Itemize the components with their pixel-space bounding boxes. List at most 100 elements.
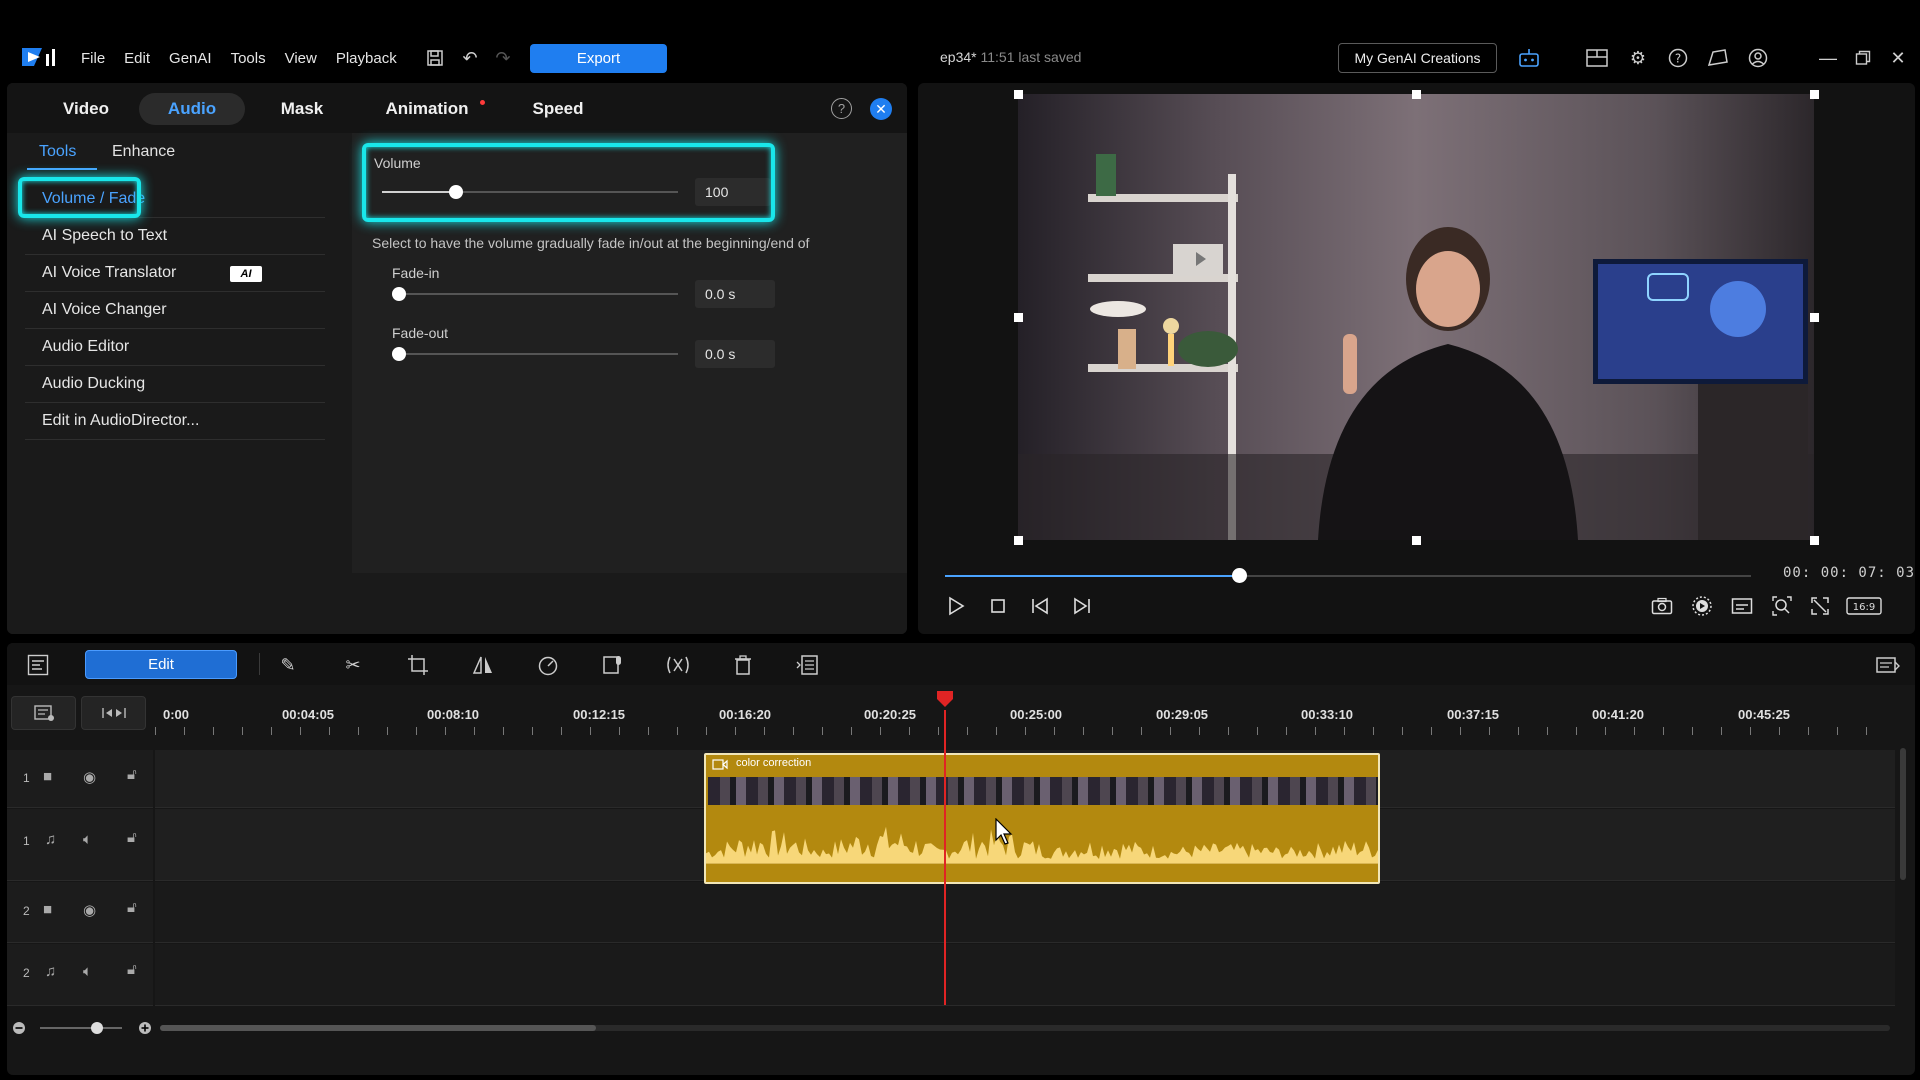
fade-in-slider-track[interactable] [398, 293, 678, 295]
edit-button[interactable]: Edit [85, 650, 237, 679]
eye-icon[interactable]: ◉ [83, 901, 96, 919]
resize-handle-l[interactable] [1014, 313, 1023, 322]
menu-playback[interactable]: Playback [336, 50, 397, 67]
trash-icon[interactable] [730, 652, 756, 678]
flip-icon[interactable] [470, 652, 496, 678]
fade-in-value-field[interactable]: 0.0 s [695, 280, 775, 308]
speed-icon[interactable] [535, 652, 561, 678]
undo-icon[interactable]: ↶ [458, 46, 482, 70]
restore-icon[interactable] [1851, 46, 1875, 70]
tab-speed[interactable]: Speed [503, 93, 613, 125]
gear-icon[interactable]: ⚙ [1626, 46, 1650, 70]
track-manager-button[interactable] [11, 696, 76, 730]
settings-footer [352, 573, 907, 634]
resize-handle-br[interactable] [1810, 536, 1819, 545]
subtitle-icon[interactable] [1730, 594, 1754, 618]
tool-edit-in-audiodirector[interactable]: Edit in AudioDirector... [25, 403, 325, 440]
resize-handle-tr[interactable] [1810, 90, 1819, 99]
subtab-enhance[interactable]: Enhance [112, 143, 175, 161]
resize-handle-tl[interactable] [1014, 90, 1023, 99]
audio-track-2[interactable] [155, 944, 1895, 1006]
feedback-icon[interactable] [1706, 46, 1730, 70]
menu-tools[interactable]: Tools [231, 50, 266, 67]
account-icon[interactable] [1746, 46, 1770, 70]
tool-ai-voice-changer[interactable]: AI Voice Changer [25, 292, 325, 329]
track-header-audio-1: 1 ♫ 🔈︎ 🔓︎ [7, 809, 153, 881]
help-circle-icon[interactable]: ? [1666, 46, 1690, 70]
timeline-ruler[interactable]: 0:00 00:04:05 00:08:10 00:12:15 00:16:20… [155, 693, 1895, 735]
window-close-icon[interactable]: ✕ [1886, 46, 1910, 70]
fullscreen-icon[interactable] [1808, 594, 1832, 618]
volume-fade-highlight [18, 177, 141, 218]
menu-genai[interactable]: GenAI [169, 50, 212, 67]
video-camera-icon: ■ [43, 768, 53, 785]
play-icon[interactable] [944, 594, 968, 618]
subtab-tools[interactable]: Tools [39, 143, 76, 161]
timeline-settings-icon[interactable] [1875, 652, 1901, 678]
timeline-view-icon[interactable] [25, 652, 51, 678]
fade-out-slider-knob[interactable] [392, 347, 406, 361]
lock-icon[interactable]: 🔓︎ [127, 899, 137, 916]
tab-video[interactable]: Video [33, 93, 139, 125]
lock-icon[interactable]: 🔓︎ [127, 766, 137, 783]
track-header-video-1: 1 ■ ◉ 🔓︎ [7, 750, 153, 808]
voiceover-icon[interactable] [600, 652, 626, 678]
aspect-ratio-icon[interactable]: 16:9 [1845, 594, 1883, 618]
preview-quality-icon[interactable] [1690, 594, 1714, 618]
timeline-clip[interactable]: color correction [704, 753, 1380, 884]
preview-scrubber-fill [945, 575, 1239, 577]
lock-icon[interactable]: 🔓︎ [127, 829, 137, 846]
my-genai-creations-button[interactable]: My GenAI Creations [1338, 43, 1497, 73]
keyframe-icon[interactable] [665, 652, 691, 678]
fit-timeline-button[interactable] [81, 696, 146, 730]
preview-scrubber-knob[interactable] [1232, 568, 1247, 583]
menu-file[interactable]: File [81, 50, 105, 67]
snapshot-icon[interactable] [1650, 594, 1674, 618]
panel-help-icon[interactable]: ? [831, 98, 852, 119]
fade-out-slider-track[interactable] [398, 353, 678, 355]
speaker-icon[interactable]: 🔈︎ [83, 831, 92, 848]
timeline-vertical-scrollbar[interactable] [1900, 748, 1906, 880]
tab-audio[interactable]: Audio [139, 93, 245, 125]
tool-ai-speech-to-text[interactable]: AI Speech to Text [25, 218, 325, 255]
tool-label: Audio Ducking [42, 375, 146, 392]
crop-icon[interactable] [405, 652, 431, 678]
tab-mask[interactable]: Mask [249, 93, 355, 125]
next-frame-icon[interactable] [1070, 594, 1094, 618]
scissors-icon[interactable]: ✂ [340, 652, 366, 678]
resize-handle-t[interactable] [1412, 90, 1421, 99]
tool-audio-editor[interactable]: Audio Editor [25, 329, 325, 366]
video-preview[interactable] [1018, 94, 1814, 540]
menu-view[interactable]: View [285, 50, 317, 67]
fade-in-slider-knob[interactable] [392, 287, 406, 301]
previous-frame-icon[interactable] [1028, 594, 1052, 618]
minimize-icon[interactable]: — [1816, 46, 1840, 70]
eye-icon[interactable]: ◉ [83, 768, 96, 786]
save-icon[interactable] [423, 46, 447, 70]
ai-badge: AI [230, 266, 262, 282]
tool-audio-ducking[interactable]: Audio Ducking [25, 366, 325, 403]
svg-text:?: ? [1675, 52, 1681, 66]
fade-out-value-field[interactable]: 0.0 s [695, 340, 775, 368]
resize-handle-bl[interactable] [1014, 536, 1023, 545]
toolbar-separator [259, 653, 260, 675]
layout-icon[interactable] [1585, 46, 1609, 70]
resize-handle-b[interactable] [1412, 536, 1421, 545]
menu-edit[interactable]: Edit [124, 50, 150, 67]
panel-close-icon[interactable]: ✕ [870, 98, 892, 120]
resize-handle-r[interactable] [1810, 313, 1819, 322]
timeline-scroll-thumb[interactable] [160, 1025, 596, 1031]
pen-icon[interactable]: ✎ [275, 652, 301, 678]
speaker-icon[interactable]: 🔈︎ [83, 963, 92, 980]
more-tools-icon[interactable] [795, 652, 821, 678]
tab-animation[interactable]: Animation [362, 93, 492, 125]
ai-assistant-icon[interactable] [1517, 46, 1541, 70]
stop-icon[interactable] [986, 594, 1010, 618]
zoom-preview-icon[interactable] [1770, 594, 1794, 618]
video-track-2[interactable] [155, 882, 1895, 943]
panel-tabbar: Video Audio Mask Animation Speed ? ✕ [7, 83, 907, 133]
lock-icon[interactable]: 🔓︎ [127, 961, 137, 978]
redo-icon[interactable]: ↷ [491, 46, 515, 70]
export-button[interactable]: Export [530, 44, 667, 73]
tool-ai-voice-translator[interactable]: AI Voice Translator AI [25, 255, 325, 292]
